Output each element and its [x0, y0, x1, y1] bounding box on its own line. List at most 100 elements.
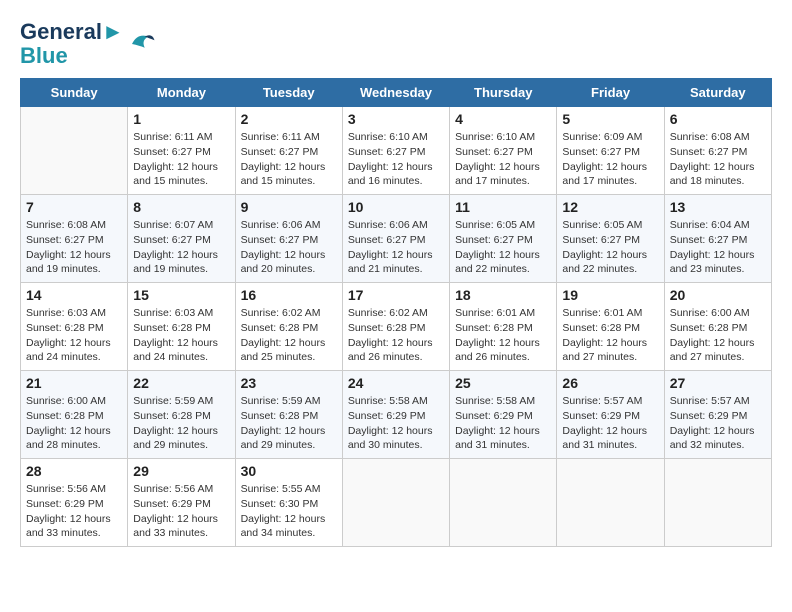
calendar-cell: 12 Sunrise: 6:05 AMSunset: 6:27 PMDayligh…	[557, 195, 664, 283]
day-info: Sunrise: 6:05 AMSunset: 6:27 PMDaylight:…	[455, 218, 551, 277]
day-number: 19	[562, 287, 658, 303]
calendar-cell: 13 Sunrise: 6:04 AMSunset: 6:27 PMDayligh…	[664, 195, 771, 283]
day-info: Sunrise: 5:58 AMSunset: 6:29 PMDaylight:…	[348, 394, 444, 453]
week-row-2: 14Sunrise: 6:03 AMSunset: 6:28 PMDayligh…	[21, 283, 772, 371]
calendar-cell: 19 Sunrise: 6:01 AMSunset: 6:28 PMDayligh…	[557, 283, 664, 371]
calendar-cell	[342, 459, 449, 547]
day-info: Sunrise: 6:01 AMSunset: 6:28 PMDaylight:…	[562, 306, 658, 365]
day-number: 16	[241, 287, 337, 303]
day-info: Sunrise: 6:03 AMSunset: 6:28 PMDaylight:…	[26, 306, 122, 365]
calendar-cell: 15 Sunrise: 6:03 AMSunset: 6:28 PMDayligh…	[128, 283, 235, 371]
day-number: 26	[562, 375, 658, 391]
day-number: 3	[348, 111, 444, 127]
day-number: 24	[348, 375, 444, 391]
day-number: 8	[133, 199, 229, 215]
calendar-cell: 27 Sunrise: 5:57 AMSunset: 6:29 PMDayligh…	[664, 371, 771, 459]
calendar-cell: 29 Sunrise: 5:56 AMSunset: 6:29 PMDayligh…	[128, 459, 235, 547]
calendar-cell	[21, 107, 128, 195]
day-info: Sunrise: 6:10 AMSunset: 6:27 PMDaylight:…	[348, 130, 444, 189]
day-number: 4	[455, 111, 551, 127]
calendar-cell: 30 Sunrise: 5:55 AMSunset: 6:30 PMDayligh…	[235, 459, 342, 547]
day-info: Sunrise: 6:06 AMSunset: 6:27 PMDaylight:…	[241, 218, 337, 277]
calendar-cell: 8 Sunrise: 6:07 AMSunset: 6:27 PMDaylight…	[128, 195, 235, 283]
calendar-header-row: SundayMondayTuesdayWednesdayThursdayFrid…	[21, 79, 772, 107]
day-info: Sunrise: 6:09 AMSunset: 6:27 PMDaylight:…	[562, 130, 658, 189]
day-number: 29	[133, 463, 229, 479]
day-info: Sunrise: 6:06 AMSunset: 6:27 PMDaylight:…	[348, 218, 444, 277]
calendar-cell: 3 Sunrise: 6:10 AMSunset: 6:27 PMDaylight…	[342, 107, 449, 195]
calendar-body: 1Sunrise: 6:11 AMSunset: 6:27 PMDaylight…	[21, 107, 772, 547]
calendar-cell: 9 Sunrise: 6:06 AMSunset: 6:27 PMDaylight…	[235, 195, 342, 283]
day-number: 22	[133, 375, 229, 391]
day-info: Sunrise: 5:56 AMSunset: 6:29 PMDaylight:…	[26, 482, 122, 541]
column-header-friday: Friday	[557, 79, 664, 107]
day-number: 23	[241, 375, 337, 391]
day-info: Sunrise: 6:02 AMSunset: 6:28 PMDaylight:…	[348, 306, 444, 365]
day-number: 21	[26, 375, 122, 391]
day-info: Sunrise: 6:01 AMSunset: 6:28 PMDaylight:…	[455, 306, 551, 365]
week-row-1: 7 Sunrise: 6:08 AMSunset: 6:27 PMDaylight…	[21, 195, 772, 283]
column-header-wednesday: Wednesday	[342, 79, 449, 107]
column-header-monday: Monday	[128, 79, 235, 107]
day-info: Sunrise: 5:55 AMSunset: 6:30 PMDaylight:…	[241, 482, 337, 541]
day-info: Sunrise: 6:11 AMSunset: 6:27 PMDaylight:…	[133, 130, 229, 189]
day-number: 7	[26, 199, 122, 215]
day-number: 11	[455, 199, 551, 215]
calendar-cell: 5 Sunrise: 6:09 AMSunset: 6:27 PMDaylight…	[557, 107, 664, 195]
day-number: 12	[562, 199, 658, 215]
column-header-thursday: Thursday	[450, 79, 557, 107]
day-number: 20	[670, 287, 766, 303]
logo-bird-icon	[126, 29, 156, 59]
day-info: Sunrise: 5:58 AMSunset: 6:29 PMDaylight:…	[455, 394, 551, 453]
calendar-cell: 10 Sunrise: 6:06 AMSunset: 6:27 PMDayligh…	[342, 195, 449, 283]
column-header-tuesday: Tuesday	[235, 79, 342, 107]
day-number: 30	[241, 463, 337, 479]
day-info: Sunrise: 5:59 AMSunset: 6:28 PMDaylight:…	[241, 394, 337, 453]
day-info: Sunrise: 6:08 AMSunset: 6:27 PMDaylight:…	[26, 218, 122, 277]
day-info: Sunrise: 6:00 AMSunset: 6:28 PMDaylight:…	[26, 394, 122, 453]
day-number: 15	[133, 287, 229, 303]
day-number: 10	[348, 199, 444, 215]
calendar-cell: 21 Sunrise: 6:00 AMSunset: 6:28 PMDayligh…	[21, 371, 128, 459]
day-number: 5	[562, 111, 658, 127]
week-row-4: 28 Sunrise: 5:56 AMSunset: 6:29 PMDayligh…	[21, 459, 772, 547]
day-info: Sunrise: 6:07 AMSunset: 6:27 PMDaylight:…	[133, 218, 229, 277]
calendar-table: SundayMondayTuesdayWednesdayThursdayFrid…	[20, 78, 772, 547]
calendar-cell: 14Sunrise: 6:03 AMSunset: 6:28 PMDayligh…	[21, 283, 128, 371]
logo: General►Blue	[20, 20, 156, 68]
calendar-cell: 20Sunrise: 6:00 AMSunset: 6:28 PMDayligh…	[664, 283, 771, 371]
calendar-cell	[664, 459, 771, 547]
day-info: Sunrise: 6:04 AMSunset: 6:27 PMDaylight:…	[670, 218, 766, 277]
day-info: Sunrise: 6:05 AMSunset: 6:27 PMDaylight:…	[562, 218, 658, 277]
day-number: 28	[26, 463, 122, 479]
week-row-3: 21 Sunrise: 6:00 AMSunset: 6:28 PMDayligh…	[21, 371, 772, 459]
day-info: Sunrise: 6:10 AMSunset: 6:27 PMDaylight:…	[455, 130, 551, 189]
calendar-cell: 6Sunrise: 6:08 AMSunset: 6:27 PMDaylight…	[664, 107, 771, 195]
day-info: Sunrise: 6:02 AMSunset: 6:28 PMDaylight:…	[241, 306, 337, 365]
day-info: Sunrise: 6:08 AMSunset: 6:27 PMDaylight:…	[670, 130, 766, 189]
calendar-cell	[557, 459, 664, 547]
calendar-cell: 1Sunrise: 6:11 AMSunset: 6:27 PMDaylight…	[128, 107, 235, 195]
day-info: Sunrise: 5:57 AMSunset: 6:29 PMDaylight:…	[670, 394, 766, 453]
calendar-cell: 22 Sunrise: 5:59 AMSunset: 6:28 PMDayligh…	[128, 371, 235, 459]
calendar-cell: 4 Sunrise: 6:10 AMSunset: 6:27 PMDaylight…	[450, 107, 557, 195]
calendar-cell: 17Sunrise: 6:02 AMSunset: 6:28 PMDayligh…	[342, 283, 449, 371]
calendar-cell: 28 Sunrise: 5:56 AMSunset: 6:29 PMDayligh…	[21, 459, 128, 547]
day-number: 18	[455, 287, 551, 303]
day-info: Sunrise: 5:56 AMSunset: 6:29 PMDaylight:…	[133, 482, 229, 541]
day-number: 27	[670, 375, 766, 391]
day-number: 13	[670, 199, 766, 215]
calendar-cell	[450, 459, 557, 547]
day-number: 9	[241, 199, 337, 215]
calendar-cell: 7 Sunrise: 6:08 AMSunset: 6:27 PMDaylight…	[21, 195, 128, 283]
day-number: 25	[455, 375, 551, 391]
calendar-cell: 26 Sunrise: 5:57 AMSunset: 6:29 PMDayligh…	[557, 371, 664, 459]
day-info: Sunrise: 5:59 AMSunset: 6:28 PMDaylight:…	[133, 394, 229, 453]
page-header: General►Blue	[20, 20, 772, 68]
calendar-cell: 25 Sunrise: 5:58 AMSunset: 6:29 PMDayligh…	[450, 371, 557, 459]
day-info: Sunrise: 5:57 AMSunset: 6:29 PMDaylight:…	[562, 394, 658, 453]
week-row-0: 1Sunrise: 6:11 AMSunset: 6:27 PMDaylight…	[21, 107, 772, 195]
column-header-sunday: Sunday	[21, 79, 128, 107]
column-header-saturday: Saturday	[664, 79, 771, 107]
day-info: Sunrise: 6:03 AMSunset: 6:28 PMDaylight:…	[133, 306, 229, 365]
